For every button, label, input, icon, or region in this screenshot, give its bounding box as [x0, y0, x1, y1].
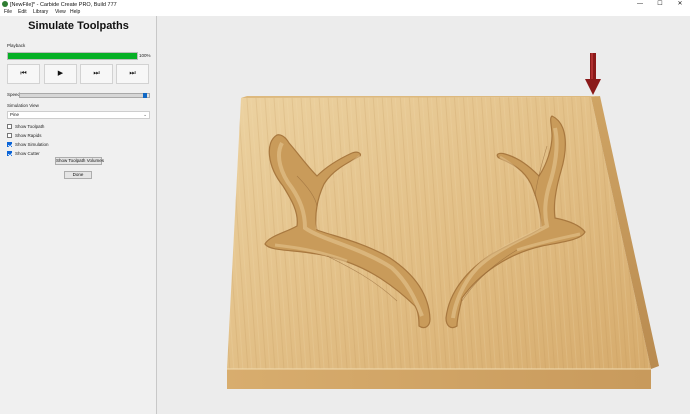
done-button[interactable]: Done — [64, 171, 92, 179]
minimize-button[interactable]: — — [630, 0, 650, 9]
window-title: [NewFile]* - Carbide Create PRO, Build 7… — [10, 1, 117, 8]
menu-bar: File Edit Library View Help — [0, 9, 690, 16]
app-icon — [2, 1, 8, 7]
simulation-viewport[interactable] — [157, 16, 690, 414]
close-button[interactable]: ✕ — [670, 0, 690, 9]
skip-forward-icon: ⏭ — [129, 70, 136, 77]
menu-library[interactable]: Library — [33, 9, 48, 16]
checkbox-box[interactable] — [7, 124, 12, 129]
show-rapids-label: Show Rapids — [15, 132, 42, 138]
checkbox-box[interactable] — [7, 151, 12, 156]
speed-slider[interactable] — [19, 93, 150, 98]
show-toolpath-volumes-button[interactable]: Show Toolpath Volumes — [55, 157, 104, 165]
simulation-view-value: Pine — [10, 112, 20, 117]
speed-slider-fill — [20, 94, 146, 97]
menu-view[interactable]: View — [55, 9, 66, 16]
rewind-to-start-button[interactable]: ⏮ — [7, 64, 40, 84]
panel-title: Simulate Toolpaths — [28, 20, 129, 32]
progress-percent: 100% — [139, 53, 151, 58]
skip-back-icon: ⏮ — [20, 70, 27, 77]
progress-fill — [8, 53, 137, 59]
chevron-down-icon: ⌄ — [143, 112, 147, 117]
show-simulation-label: Show Simulation — [15, 141, 49, 147]
simulation-view-label: Simulation View — [7, 103, 39, 108]
menu-file[interactable]: File — [4, 9, 12, 16]
title-bar: [NewFile]* - Carbide Create PRO, Build 7… — [0, 0, 690, 9]
menu-edit[interactable]: Edit — [18, 9, 27, 16]
playback-progress-bar — [7, 52, 138, 60]
show-cutter-label: Show Cutter — [15, 150, 40, 156]
checkbox-box[interactable] — [7, 133, 12, 138]
step-forward-icon: ⏭ — [93, 70, 100, 77]
checkbox-box[interactable] — [7, 142, 12, 147]
play-button[interactable]: ▶ — [44, 64, 77, 84]
show-toolpath-label: Show Toolpath — [15, 123, 45, 129]
simulate-panel: Simulate Toolpaths Playback 100% ⏮ ▶ ⏭ ⏭… — [0, 16, 157, 414]
play-icon: ▶ — [57, 70, 64, 77]
simulation-render — [227, 53, 659, 389]
board-front-edge — [227, 369, 651, 389]
simulation-view-select[interactable]: Pine ⌄ — [7, 111, 150, 119]
menu-help[interactable]: Help — [70, 9, 80, 16]
cutter-arrow-icon — [585, 53, 601, 95]
speed-slider-thumb[interactable] — [143, 93, 148, 98]
playback-label: Playback — [7, 43, 26, 48]
maximize-button[interactable]: ☐ — [650, 0, 670, 9]
step-forward-button[interactable]: ⏭ — [80, 64, 113, 84]
skip-to-end-button[interactable]: ⏭ — [116, 64, 149, 84]
